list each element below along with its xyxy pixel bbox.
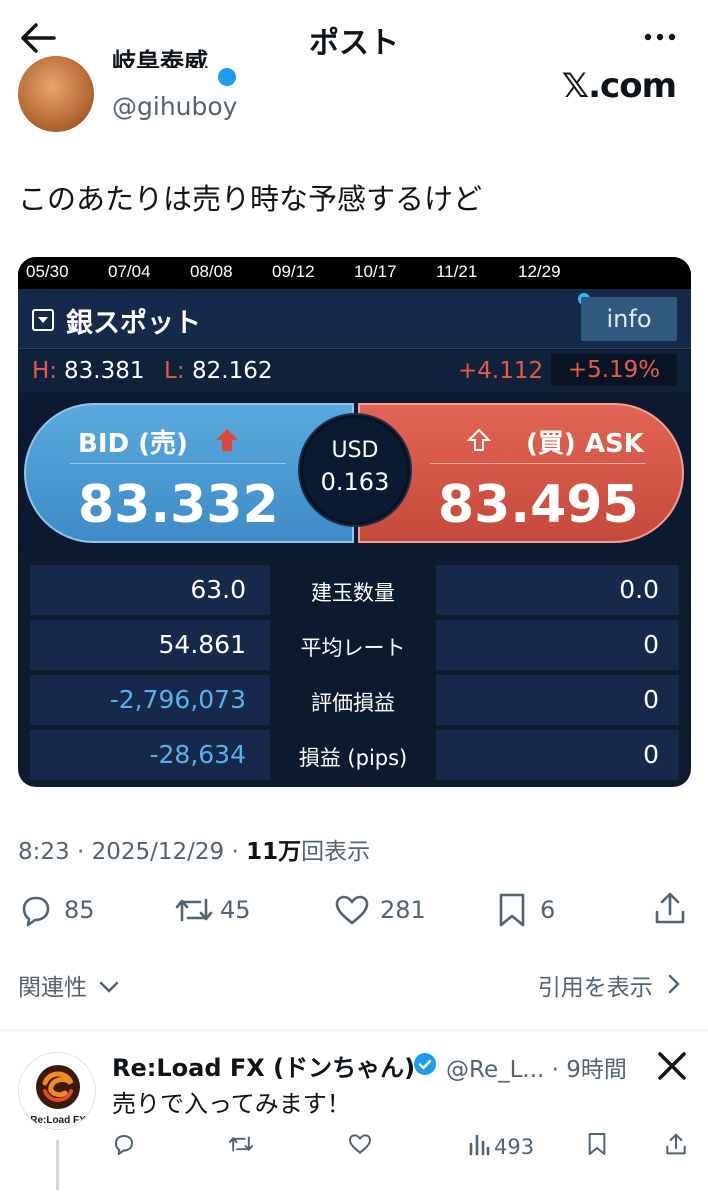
date-axis: 05/30 07/04 08/08 09/12 10/17 11/21 12/2…	[18, 257, 691, 289]
info-button: info	[581, 297, 677, 341]
sort-relevance[interactable]: 関連性	[18, 968, 120, 1002]
share-icon[interactable]	[664, 1132, 688, 1156]
up-arrow-outline-icon	[466, 428, 492, 451]
reply-handle-time[interactable]: @Re_L... · 9時間	[446, 1050, 627, 1084]
reply-text: 売りで入ってみます！	[112, 1090, 351, 1118]
spread-currency: USD	[331, 438, 379, 463]
low-value: 82.162	[192, 358, 273, 384]
top-bar: ポスト	[0, 0, 708, 76]
low-label: L:	[164, 358, 185, 384]
author-name[interactable]: 岐阜泰威	[112, 48, 208, 68]
bid-label: BID (売)	[78, 429, 188, 459]
stats-row: 54.861 平均レート 0	[30, 620, 679, 670]
verified-badge-icon	[218, 68, 236, 86]
stats-row: 63.0 建玉数量 0.0	[30, 565, 679, 615]
ask-label: (買) ASK	[526, 429, 644, 459]
trading-screenshot[interactable]: 05/30 07/04 08/08 09/12 10/17 11/21 12/2…	[18, 257, 691, 787]
high-value: 83.381	[64, 358, 145, 384]
view-count[interactable]: 11万	[246, 839, 301, 865]
reply-count: 85	[64, 896, 95, 924]
spread-circle: USD 0.163	[300, 415, 410, 525]
tweet-text: このあたりは売り時な予感するけど	[18, 182, 483, 216]
action-bar: 85 45 281 6	[0, 890, 708, 934]
stat-left-value: -28,634	[149, 740, 247, 769]
stat-label: 評価損益	[311, 691, 395, 715]
bookmark-count: 6	[540, 896, 556, 924]
spread-value: 0.163	[320, 468, 390, 496]
x-com-watermark: 𝕏.com	[561, 66, 677, 106]
date-label: 05/30	[26, 262, 69, 281]
reply-avatar[interactable]: Re:Load FX	[18, 1052, 96, 1130]
analytics-icon	[469, 1134, 490, 1156]
divider	[70, 463, 286, 464]
reload-fx-logo: Re:Load FX	[30, 1065, 86, 1126]
bid-price: 83.332	[78, 475, 279, 535]
heart-icon[interactable]	[348, 1132, 372, 1156]
up-arrow-icon	[216, 429, 238, 451]
date-label: 12/29	[518, 262, 561, 281]
change-percent: +5.19%	[551, 354, 677, 386]
more-icon[interactable]	[640, 22, 680, 52]
stats-row: -28,634 損益 (pips) 0	[30, 730, 679, 780]
stat-left-value: 54.861	[158, 630, 246, 659]
reply-action-bar: 493	[0, 1130, 708, 1164]
author-avatar[interactable]	[18, 56, 94, 132]
view-quotes-link[interactable]: 引用を表示	[538, 968, 682, 1002]
change-value: +4.112	[458, 358, 544, 384]
stat-label: 建玉数量	[311, 581, 395, 605]
divider	[0, 1030, 708, 1031]
symbol-name: 銀スポット	[66, 308, 201, 339]
stat-right-value: 0	[643, 630, 659, 659]
reply-icon[interactable]	[112, 1132, 136, 1156]
stats-row: -2,796,073 評価損益 0	[30, 675, 679, 725]
ask-price: 83.495	[438, 475, 639, 535]
stat-left-value: 63.0	[190, 575, 246, 604]
tweet-meta: 8:23 · 2025/12/29 · 11万回表示	[18, 832, 370, 866]
chevron-down-icon	[100, 981, 119, 993]
stat-label: 損益 (pips)	[298, 746, 408, 770]
symbol-header: 銀スポット info	[18, 289, 691, 349]
reply-author-name[interactable]: Re:Load FX (ドンちゃん)	[112, 1048, 415, 1083]
svg-text:Re:Load FX: Re:Load FX	[30, 1115, 86, 1126]
date-label: 11/21	[436, 262, 478, 281]
stat-right-value: 0	[643, 740, 659, 769]
repost-count: 45	[220, 896, 251, 924]
date-label: 07/04	[108, 262, 151, 281]
repost-icon[interactable]	[228, 1132, 254, 1156]
stat-right-value: 0.0	[619, 575, 659, 604]
chevron-right-icon	[668, 974, 680, 994]
high-label: H:	[32, 358, 58, 384]
trade-buttons: BID (売) 83.332 (買) ASK 83.495 USD 0.163	[18, 395, 691, 555]
sort-label: 関連性	[18, 975, 87, 1001]
views-button[interactable]: 493	[468, 1132, 548, 1160]
date-label: 08/08	[190, 262, 233, 281]
page-title: ポスト	[309, 26, 399, 61]
dropdown-icon	[32, 309, 54, 331]
reply-view-count: 493	[494, 1135, 535, 1159]
stat-label: 平均レート	[300, 636, 406, 660]
stat-left-value: -2,796,073	[109, 685, 246, 714]
author-handle[interactable]: @gihuboy	[112, 92, 237, 121]
like-count: 281	[380, 896, 426, 924]
high-low-row: H: 83.381 L: 82.162 +4.112 +5.19%	[18, 350, 691, 392]
view-quotes-label: 引用を表示	[537, 975, 653, 1001]
date-label: 09/12	[272, 262, 315, 281]
share-icon[interactable]	[652, 890, 688, 926]
bookmark-icon	[499, 893, 525, 927]
views-label: 回表示	[301, 839, 371, 865]
stat-right-value: 0	[643, 685, 659, 714]
verified-badge-icon	[414, 1053, 436, 1075]
heart-icon	[335, 895, 369, 925]
x-logo-icon	[658, 1052, 686, 1080]
bookmark-icon[interactable]	[586, 1132, 608, 1156]
date-label: 10/17	[354, 262, 397, 281]
reply-icon	[22, 896, 50, 927]
repost-icon	[175, 898, 213, 922]
timestamp: 8:23 · 2025/12/29 ·	[18, 839, 247, 865]
divider	[430, 463, 646, 464]
